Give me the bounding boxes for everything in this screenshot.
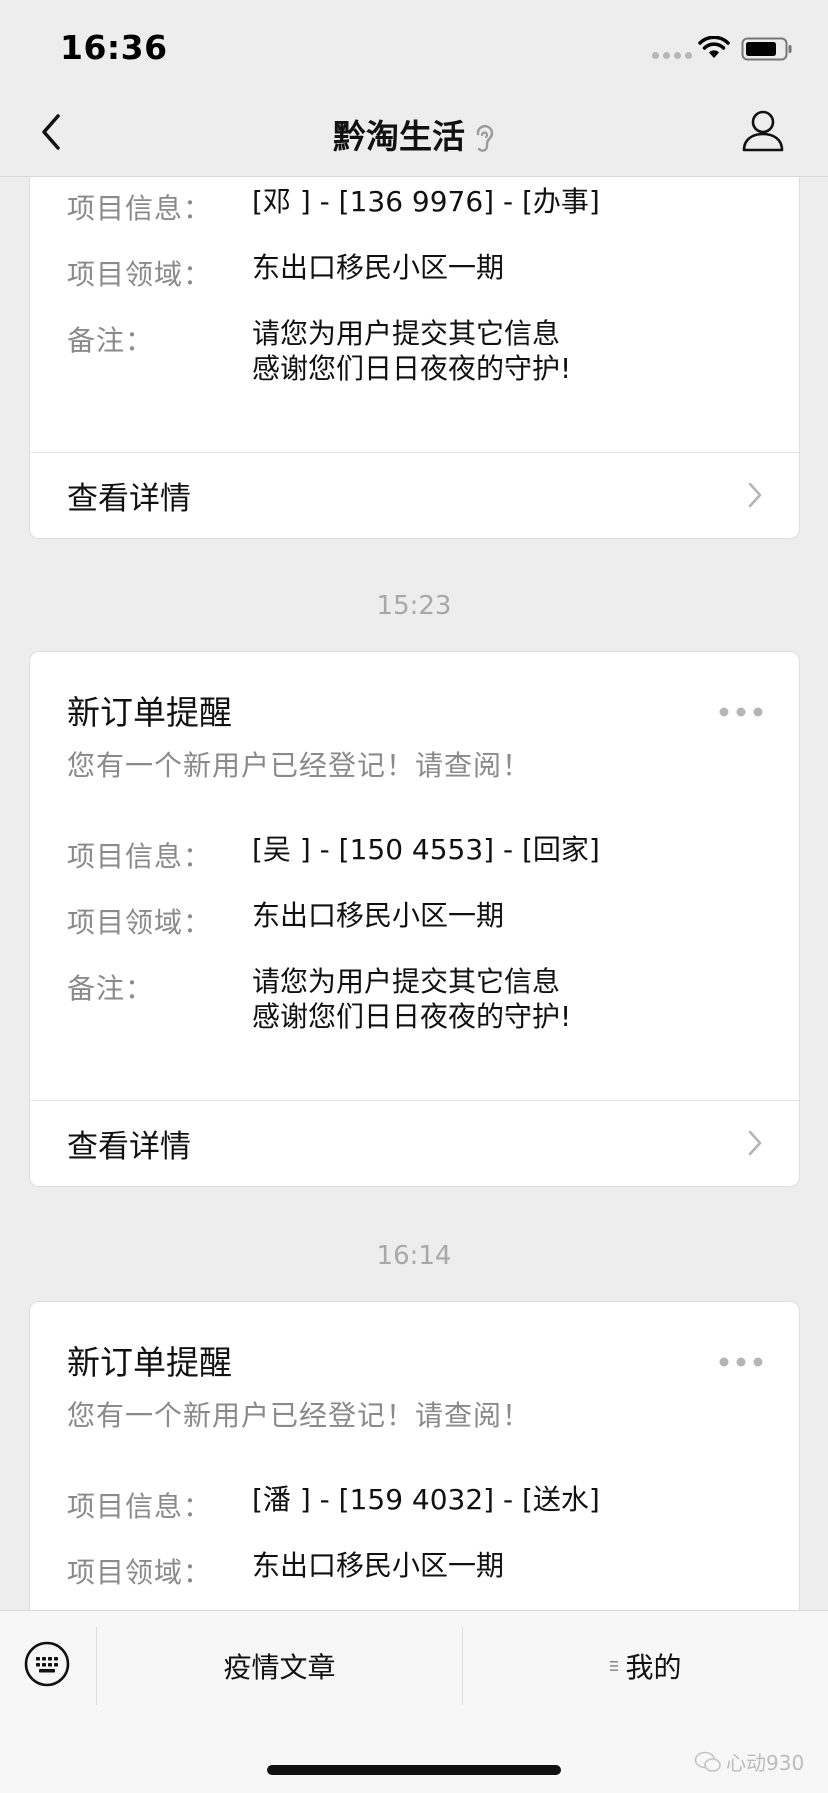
project-area-value: 东出口移民小区一期	[252, 250, 504, 285]
ear-icon	[476, 124, 494, 152]
project-area-label: 项目领域：	[67, 906, 213, 939]
menu-item-label: 我的	[625, 1651, 682, 1684]
order-card: 项目信息： [邓 ] - [136 9976] - [办事] 项目领域： 东出口…	[29, 177, 800, 539]
remark-line-2: 感谢您们日日夜夜的守护!	[252, 1000, 572, 1033]
watermark-text: 心动930	[726, 1751, 805, 1775]
remark-label: 备注：	[67, 972, 155, 1005]
chevron-right-icon	[748, 1130, 762, 1156]
card-subtitle: 您有一个新用户已经登记！请查阅！	[67, 749, 532, 782]
view-details-button[interactable]: 查看详情	[30, 1101, 799, 1185]
project-info-line: [潘 ] - [159 4032] - [送水]	[252, 1483, 600, 1516]
project-area-label: 项目领域：	[67, 258, 213, 291]
card-subtitle: 您有一个新用户已经登记！请查阅！	[67, 1399, 532, 1432]
watermark: 心动930	[694, 1747, 804, 1776]
project-area-line: 东出口移民小区一期	[252, 1549, 505, 1582]
project-info-label: 项目信息：	[67, 1490, 213, 1523]
project-info-value: [潘 ] - [159 4032] - [送水]	[252, 1482, 600, 1517]
status-time: 16:36	[60, 28, 168, 67]
remark-label: 备注：	[67, 324, 155, 357]
remark-line-2: 感谢您们日日夜夜的守护!	[252, 352, 572, 385]
project-area-value: 东出口移民小区一期	[252, 898, 504, 933]
project-info-line: [邓 ] - [136 9976] - [办事]	[252, 185, 600, 218]
project-area-label: 项目领域：	[67, 1556, 213, 1589]
project-info-label: 项目信息：	[67, 192, 213, 225]
profile-icon[interactable]	[741, 108, 785, 154]
view-details-label: 查看详情	[67, 481, 191, 517]
message-list[interactable]: 项目信息： [邓 ] - [136 9976] - [办事] 项目领域： 东出口…	[0, 177, 828, 1610]
menu-item-epidemic-articles[interactable]: 疫情文章	[97, 1629, 462, 1703]
remark-value: 请您为用户提交其它信息 感谢您们日日夜夜的守护!	[252, 964, 571, 1034]
keyboard-icon[interactable]	[23, 1640, 71, 1688]
project-info-value: [吴 ] - [150 4553] - [回家]	[252, 832, 600, 867]
project-area-line: 东出口移民小区一期	[252, 251, 505, 284]
home-indicator[interactable]	[267, 1765, 561, 1775]
menu-lines-icon	[610, 1661, 619, 1671]
signal-icon	[652, 52, 692, 59]
project-area-value: 东出口移民小区一期	[252, 1548, 504, 1583]
more-icon[interactable]	[719, 1357, 763, 1367]
remark-line-1: 请您为用户提交其它信息	[252, 317, 561, 350]
menu-item-mine[interactable]: 我的	[463, 1629, 828, 1703]
message-time: 15:23	[376, 591, 452, 621]
more-icon[interactable]	[719, 707, 763, 717]
page-title: 黔淘生活	[0, 110, 828, 158]
project-info-line: [吴 ] - [150 4553] - [回家]	[252, 833, 600, 866]
status-bar: 16:36	[0, 0, 828, 88]
project-area-line: 东出口移民小区一期	[252, 899, 505, 932]
nav-bar: 黔淘生活	[0, 88, 828, 177]
wifi-icon	[698, 36, 730, 58]
battery-icon	[741, 37, 792, 61]
card-title: 新订单提醒	[67, 693, 232, 732]
project-info-value: [邓 ] - [136 9976] - [办事]	[252, 184, 600, 219]
remark-value: 请您为用户提交其它信息 感谢您们日日夜夜的守护!	[252, 316, 571, 386]
project-info-label: 项目信息：	[67, 840, 213, 873]
bottom-menu: 疫情文章 我的 心动930	[0, 1610, 828, 1793]
card-title: 新订单提醒	[67, 1343, 232, 1382]
view-details-button[interactable]: 查看详情	[30, 453, 799, 537]
chevron-right-icon	[748, 482, 762, 508]
view-details-label: 查看详情	[67, 1129, 191, 1165]
menu-item-label: 疫情文章	[223, 1651, 336, 1684]
wechat-icon	[694, 1751, 721, 1772]
page-title-text: 黔淘生活	[333, 117, 465, 156]
order-card: 新订单提醒 您有一个新用户已经登记！请查阅！ 项目信息： [潘 ] - [159…	[29, 1301, 800, 1610]
remark-line-1: 请您为用户提交其它信息	[252, 965, 561, 998]
message-time: 16:14	[376, 1241, 452, 1271]
order-card: 新订单提醒 您有一个新用户已经登记！请查阅！ 项目信息： [吴 ] - [150…	[29, 651, 800, 1187]
